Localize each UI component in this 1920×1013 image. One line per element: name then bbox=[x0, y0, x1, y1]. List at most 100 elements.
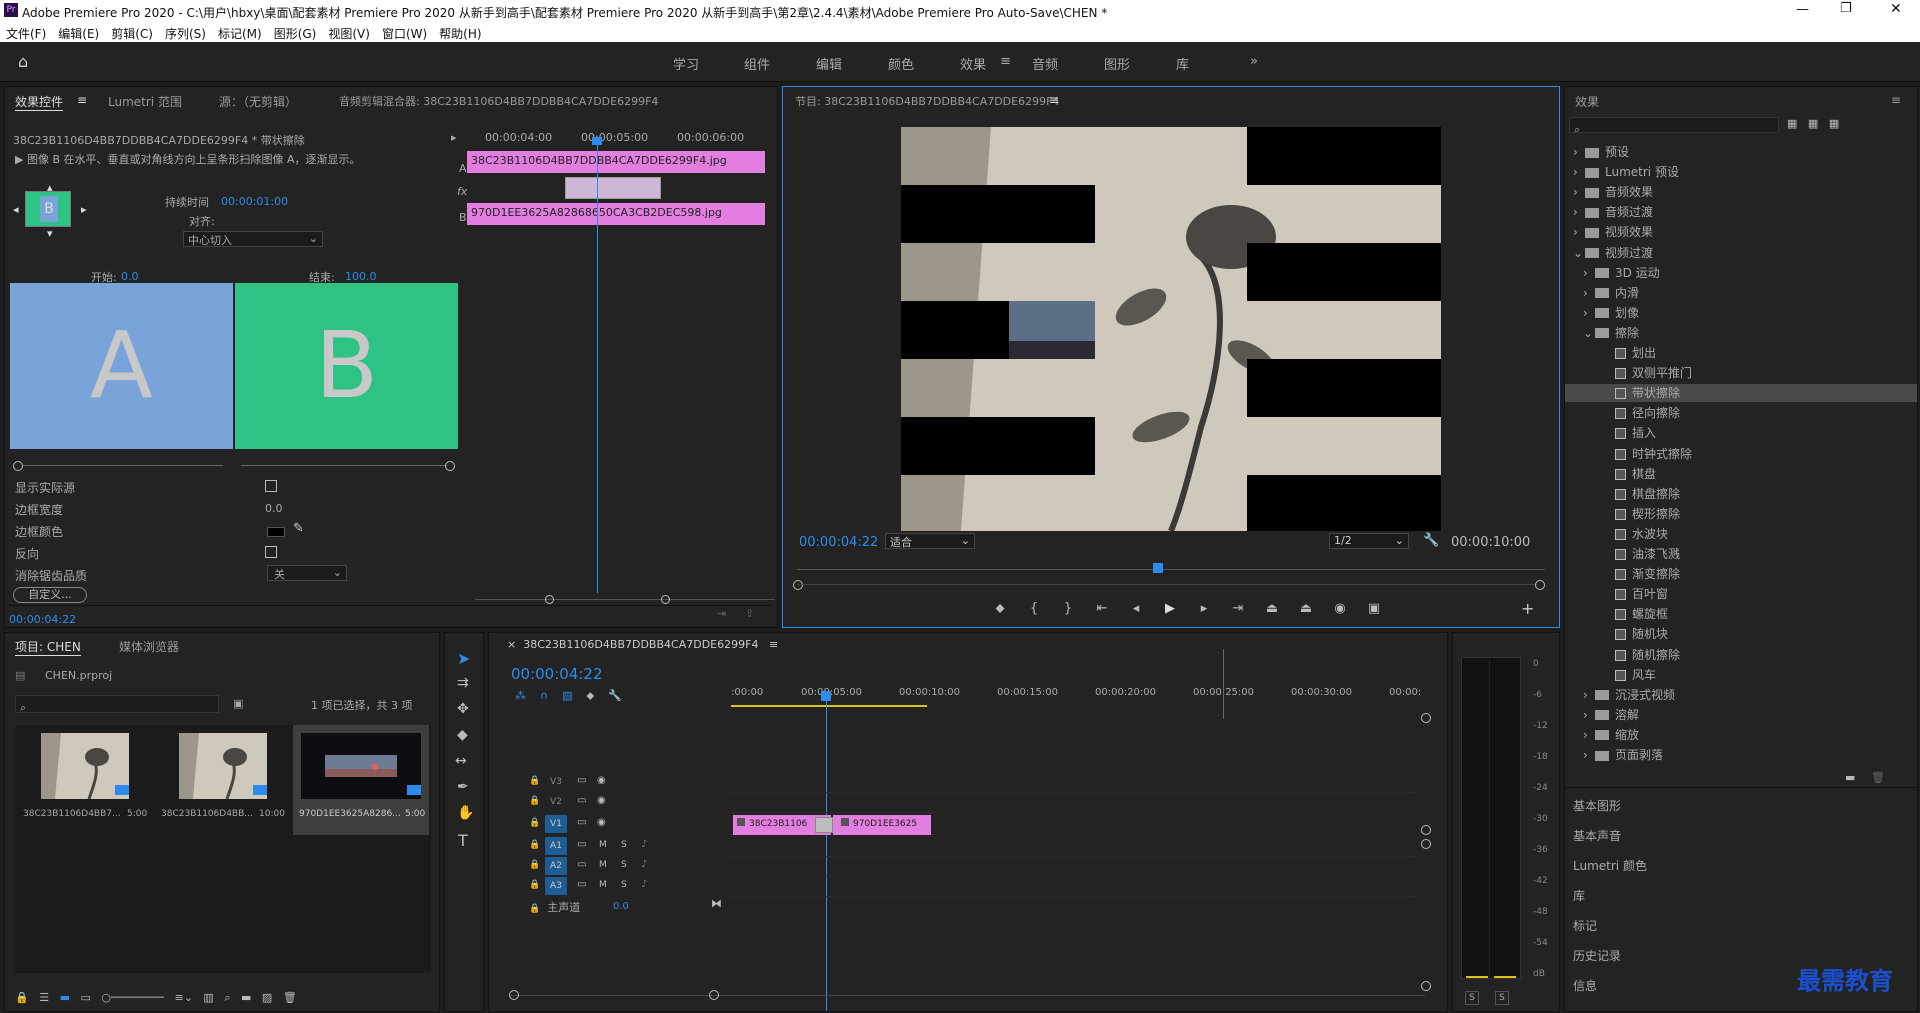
start-value[interactable]: 0.0 bbox=[121, 270, 139, 283]
delete-icon[interactable]: 🗑 bbox=[1871, 771, 1885, 784]
effects-tree-item[interactable]: › 预设 bbox=[1565, 143, 1917, 161]
step-back-icon[interactable]: ◂ bbox=[1119, 601, 1153, 616]
chevron-down-icon[interactable]: ⌄ bbox=[1573, 246, 1585, 260]
sync-lock-icon[interactable]: ▭ bbox=[577, 859, 586, 870]
mini-transition-block[interactable] bbox=[565, 177, 661, 199]
tab-media-browser[interactable]: 媒体浏览器 bbox=[119, 638, 179, 655]
v-scroll-top-handle[interactable] bbox=[1421, 713, 1431, 723]
effects-tree-item[interactable]: 带状擦除 bbox=[1565, 384, 1917, 403]
effects-tree-item[interactable]: 双侧平推门 bbox=[1565, 364, 1917, 382]
thumb-left-arrow-icon[interactable]: ◂ bbox=[13, 203, 19, 216]
collapse-arrow-icon[interactable]: ▸ bbox=[451, 131, 457, 144]
effect-controls-timecode[interactable]: 00:00:04:22 bbox=[9, 613, 76, 626]
start-slider-track[interactable] bbox=[23, 465, 223, 466]
track-label[interactable]: A1 bbox=[545, 837, 567, 855]
panel-menu-icon[interactable]: ≡ bbox=[1891, 93, 1901, 107]
maximize-icon[interactable]: ❐ bbox=[1840, 1, 1852, 16]
align-dropdown[interactable]: 中心切入 ⌄ bbox=[183, 231, 323, 247]
effects-tree-item[interactable]: 螺旋框 bbox=[1565, 605, 1917, 623]
mini-clip-a[interactable]: 38C23B1106D4BB7DDBB4CA7DDE6299F4.jpg bbox=[467, 151, 765, 173]
effects-tree-item[interactable]: › 3D 运动 bbox=[1565, 264, 1917, 282]
effects-tree-item[interactable]: 渐变擦除 bbox=[1565, 565, 1917, 583]
track-lock-icon[interactable]: 🔒 bbox=[529, 860, 540, 870]
thumb-down-arrow-icon[interactable]: ▾ bbox=[47, 227, 53, 240]
add-button-icon[interactable]: + bbox=[1521, 599, 1534, 618]
menu-file[interactable]: 文件(F) bbox=[6, 25, 46, 42]
find-icon[interactable]: ⌕ bbox=[224, 991, 230, 1004]
track-lane[interactable] bbox=[731, 877, 1415, 897]
track-lock-icon[interactable]: 🔒 bbox=[529, 880, 540, 890]
collapsed-panel-label[interactable]: 标记 bbox=[1573, 917, 1597, 934]
track-lock-icon[interactable]: 🔒 bbox=[529, 776, 540, 786]
workspace-graphics[interactable]: 图形 bbox=[1104, 54, 1130, 73]
solo-icon[interactable]: S bbox=[621, 880, 627, 890]
effects-tree-item[interactable]: 水波块 bbox=[1565, 525, 1917, 543]
custom-button[interactable]: 自定义... bbox=[13, 587, 87, 603]
effects-tree-item[interactable]: ⌄ 擦除 bbox=[1565, 324, 1917, 342]
mute-icon[interactable]: M bbox=[599, 880, 607, 890]
project-search-input[interactable]: ⌕ bbox=[15, 695, 219, 714]
effects-tree-item[interactable]: › 视频效果 bbox=[1565, 223, 1917, 241]
effects-tree-item[interactable]: 插入 bbox=[1565, 424, 1917, 442]
track-lane[interactable] bbox=[731, 793, 1415, 813]
menu-marker[interactable]: 标记(M) bbox=[218, 25, 262, 42]
sync-lock-icon[interactable]: ▭ bbox=[577, 795, 586, 806]
mute-icon[interactable]: M bbox=[599, 840, 607, 850]
home-icon[interactable]: ⌂ bbox=[18, 52, 28, 71]
master-volume-value[interactable]: 0.0 bbox=[613, 901, 629, 912]
zoom-right-handle[interactable] bbox=[1535, 580, 1545, 590]
track-label[interactable]: V2 bbox=[545, 793, 567, 811]
workspace-effects[interactable]: 效果 bbox=[960, 54, 986, 73]
track-lock-icon[interactable]: 🔒 bbox=[529, 818, 540, 828]
sync-lock-icon[interactable]: ▭ bbox=[577, 839, 586, 850]
fit-dropdown[interactable]: 适合 ⌄ bbox=[885, 533, 975, 549]
chevron-right-icon[interactable]: › bbox=[1573, 185, 1585, 199]
effects-tree-item[interactable]: 风车 bbox=[1565, 666, 1917, 684]
voiceover-mic-icon[interactable]: ♪ bbox=[641, 839, 647, 850]
lift-icon[interactable]: ⏏ bbox=[1255, 601, 1289, 616]
menu-graphics[interactable]: 图形(G) bbox=[274, 25, 317, 42]
track-label[interactable]: V3 bbox=[545, 773, 567, 791]
program-zoom-track[interactable] bbox=[797, 584, 1537, 585]
add-marker-icon[interactable]: ⬥ bbox=[983, 601, 1017, 616]
h-scrollbar-track[interactable] bbox=[509, 995, 1425, 996]
more-workspaces-icon[interactable]: » bbox=[1250, 54, 1258, 69]
yuv-effects-icon[interactable]: ▦ bbox=[1829, 117, 1839, 130]
effects-tree-item[interactable]: 随机擦除 bbox=[1565, 646, 1917, 664]
timeline-clip-2[interactable]: 970D1EE3625 bbox=[833, 815, 931, 835]
effects-tree-item[interactable]: › Lumetri 预设 bbox=[1565, 163, 1917, 181]
show-actual-sources-checkbox[interactable] bbox=[265, 480, 277, 492]
eyedropper-icon[interactable]: ✎ bbox=[293, 521, 304, 536]
close-icon[interactable]: ✕ bbox=[1890, 1, 1902, 17]
chevron-right-icon[interactable]: › bbox=[1573, 165, 1585, 179]
sort-icon[interactable]: ≡⌄ bbox=[174, 991, 192, 1004]
project-item[interactable]: 38C23B1106D4BB7... 5:00 bbox=[15, 725, 153, 835]
sync-lock-icon[interactable]: ▭ bbox=[577, 817, 586, 828]
anti-aliasing-dropdown[interactable]: 关 ⌄ bbox=[267, 565, 347, 581]
export-icon[interactable]: ⇪ bbox=[745, 607, 754, 620]
eye-icon[interactable]: ◉ bbox=[597, 795, 606, 806]
eye-icon[interactable]: ◉ bbox=[597, 775, 606, 786]
panel-menu-icon[interactable]: ≡ bbox=[77, 93, 87, 107]
solo-icon[interactable]: S bbox=[621, 860, 627, 870]
project-item-selected[interactable]: 970D1EE3625A8286... 5:00 bbox=[293, 725, 429, 835]
eye-icon[interactable]: ◉ bbox=[597, 817, 606, 828]
effects-tree-item[interactable]: › 页面剥落 bbox=[1565, 746, 1917, 764]
collapsed-panel-label[interactable]: Lumetri 颜色 bbox=[1573, 857, 1647, 874]
chevron-right-icon[interactable]: › bbox=[1583, 306, 1595, 320]
thumb-right-arrow-icon[interactable]: ▸ bbox=[81, 203, 87, 216]
thumb-up-arrow-icon[interactable]: ▴ bbox=[47, 181, 53, 194]
chevron-down-icon[interactable]: ⌄ bbox=[1583, 326, 1595, 340]
start-slider-handle[interactable] bbox=[13, 461, 23, 471]
collapsed-panel-label[interactable]: 信息 bbox=[1573, 977, 1597, 994]
menu-sequence[interactable]: 序列(S) bbox=[165, 25, 206, 42]
v-scroll-bottom-handle[interactable] bbox=[1421, 825, 1431, 835]
collapsed-panel-label[interactable]: 基本图形 bbox=[1573, 797, 1621, 814]
track-lock-icon[interactable]: 🔒 bbox=[529, 904, 540, 914]
freeform-view-icon[interactable]: ▭ bbox=[80, 991, 90, 1004]
effects-tree-item[interactable]: 径向擦除 bbox=[1565, 404, 1917, 422]
end-value[interactable]: 100.0 bbox=[345, 270, 377, 283]
mark-out-icon[interactable]: } bbox=[1051, 601, 1085, 616]
border-width-value[interactable]: 0.0 bbox=[265, 502, 283, 515]
extract-icon[interactable]: ⏏ bbox=[1289, 601, 1323, 616]
